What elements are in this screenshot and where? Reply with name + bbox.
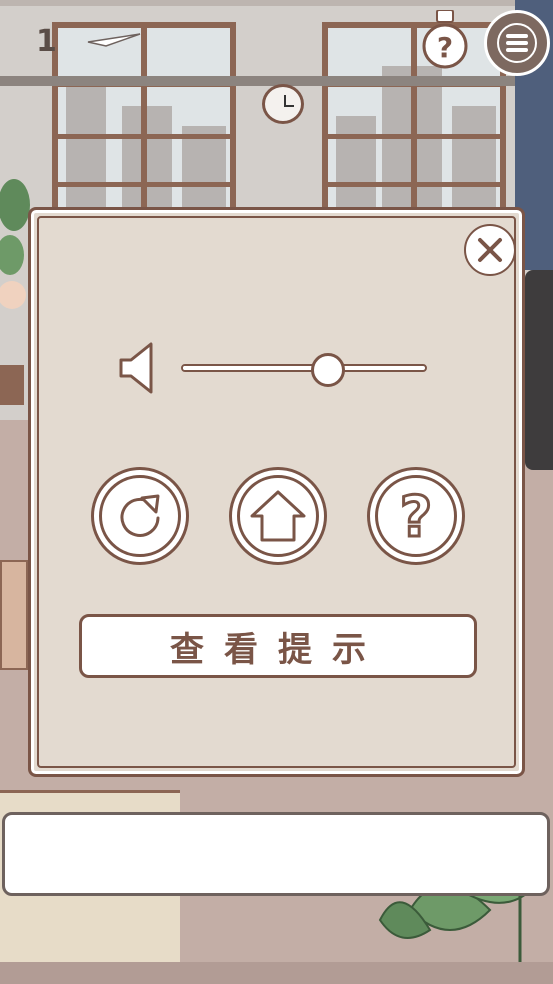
window-left bbox=[52, 22, 236, 222]
window-right bbox=[322, 22, 506, 222]
home-icon bbox=[250, 490, 306, 542]
ceiling-line bbox=[0, 0, 553, 6]
paper-plane-icon[interactable] bbox=[86, 32, 142, 48]
restart-button[interactable] bbox=[91, 467, 189, 565]
wall-clock[interactable] bbox=[262, 84, 304, 124]
bottom-strip bbox=[0, 962, 553, 984]
menu-icon bbox=[497, 23, 537, 63]
help-button[interactable]: ? bbox=[367, 467, 465, 565]
speaker-icon[interactable] bbox=[117, 338, 157, 398]
settings-dialog: ? 查看提示 bbox=[28, 207, 525, 777]
question-icon: ? bbox=[398, 486, 433, 546]
svg-text:?: ? bbox=[400, 486, 432, 546]
office-chair[interactable] bbox=[525, 270, 553, 470]
view-hint-button[interactable]: 查看提示 bbox=[79, 614, 477, 678]
close-button[interactable] bbox=[464, 224, 516, 276]
level-number: 1 bbox=[36, 24, 57, 59]
menu-button[interactable] bbox=[484, 10, 550, 76]
cabinet-left[interactable] bbox=[0, 560, 28, 670]
answer-text-box[interactable] bbox=[2, 812, 550, 896]
volume-slider[interactable] bbox=[181, 353, 427, 387]
volume-control bbox=[117, 338, 437, 398]
lightbulb-question-icon: ? bbox=[422, 10, 468, 69]
volume-slider-knob[interactable] bbox=[311, 353, 346, 387]
restart-icon bbox=[117, 494, 163, 541]
svg-text:?: ? bbox=[437, 31, 453, 64]
home-button[interactable] bbox=[229, 467, 327, 565]
close-icon bbox=[478, 238, 502, 262]
hint-bulb-button[interactable]: ? bbox=[422, 10, 468, 70]
volume-slider-fill bbox=[183, 366, 329, 370]
